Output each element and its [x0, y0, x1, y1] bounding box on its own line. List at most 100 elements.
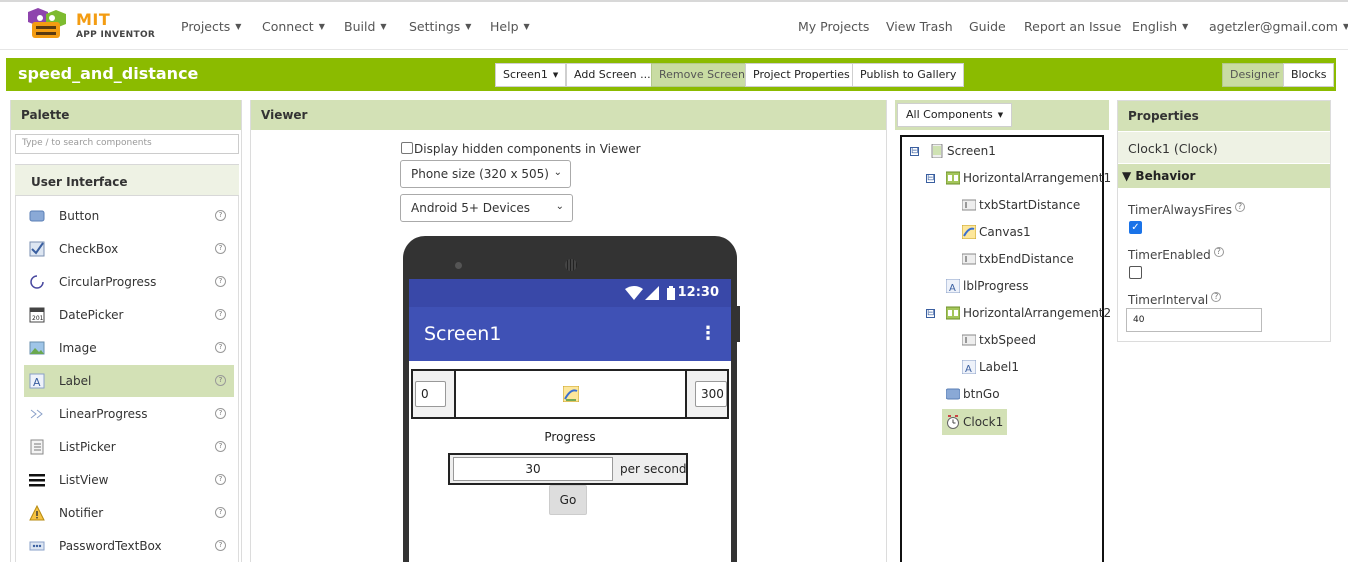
help-icon[interactable]: ?: [215, 540, 226, 551]
nav-projects[interactable]: Projects ▼: [181, 19, 241, 34]
help-icon[interactable]: ?: [215, 375, 226, 386]
horizontal-arrangement-1[interactable]: 0 300: [411, 369, 729, 419]
app-logo[interactable]: MIT APP INVENTOR: [26, 6, 156, 46]
textbox-icon: [962, 334, 976, 345]
designer-button[interactable]: Designer: [1222, 63, 1288, 87]
viewer-body: Display hidden components in Viewer Phon…: [251, 130, 886, 562]
nav-build[interactable]: Build ▼: [344, 19, 387, 34]
svg-text:A: A: [965, 364, 972, 374]
nav-settings-label: Settings: [409, 19, 461, 34]
nav-connect[interactable]: Connect ▼: [262, 19, 325, 34]
checkbox-icon[interactable]: [401, 142, 413, 154]
blocks-button[interactable]: Blocks: [1283, 63, 1335, 87]
help-icon[interactable]: ?: [215, 243, 226, 254]
help-icon[interactable]: ?: [215, 342, 226, 353]
txb-speed[interactable]: 30: [453, 457, 613, 481]
lbl-progress[interactable]: Progress: [409, 430, 731, 444]
palette-item-datepicker[interactable]: 201 DatePicker ?: [24, 299, 234, 331]
nav-my-projects[interactable]: My Projects: [798, 19, 869, 34]
nav-view-trash[interactable]: View Trash: [886, 19, 953, 34]
android-version-select[interactable]: Android 5+ Devices ⌄: [400, 194, 573, 222]
btn-go[interactable]: Go: [549, 485, 587, 515]
nav-settings[interactable]: Settings ▼: [409, 19, 471, 34]
help-icon[interactable]: ?: [215, 309, 226, 320]
tree-node-canvas1[interactable]: Canvas1: [962, 224, 1031, 248]
palette-item-notifier[interactable]: Notifier ?: [24, 497, 234, 529]
tree-node-label1[interactable]: A Label1: [962, 359, 1019, 383]
palette-item-circularprogress[interactable]: CircularProgress ?: [24, 266, 234, 298]
datepicker-icon: 201: [29, 307, 45, 323]
collapse-icon[interactable]: ⊟: [910, 147, 919, 156]
nav-help[interactable]: Help ▼: [490, 19, 530, 34]
horizontal-arrangement-2[interactable]: 30 per second: [448, 453, 688, 485]
txb-start-distance[interactable]: 0: [415, 381, 446, 407]
add-screen-button[interactable]: Add Screen ...: [566, 63, 659, 87]
tree-node-txbenddistance[interactable]: txbEndDistance: [962, 251, 1074, 275]
nav-report-issue[interactable]: Report an Issue: [1024, 19, 1121, 34]
timer-interval-input[interactable]: 40: [1126, 308, 1262, 332]
help-icon[interactable]: ?: [215, 441, 226, 452]
triangle-down-icon: ▼: [1122, 169, 1132, 183]
timer-enabled-checkbox[interactable]: [1129, 266, 1142, 279]
tree-node-horizontalarrangement1[interactable]: HorizontalArrangement1: [946, 170, 1111, 194]
speaker-icon: [565, 259, 577, 271]
phone-size-select[interactable]: Phone size (320 x 505) ⌄: [400, 160, 571, 188]
palette-item-linearprogress[interactable]: LinearProgress ?: [24, 398, 234, 430]
category-user-interface[interactable]: User Interface: [15, 164, 239, 196]
screen-icon: [931, 143, 943, 158]
help-icon[interactable]: ?: [215, 276, 226, 287]
tree-node-btngo[interactable]: btnGo: [946, 386, 1000, 410]
palette-item-label: CircularProgress: [59, 275, 157, 289]
publish-gallery-button[interactable]: Publish to Gallery: [852, 63, 965, 87]
display-hidden-checkbox[interactable]: Display hidden components in Viewer: [401, 142, 641, 156]
phone-screen[interactable]: 12:30 Screen1 ⋮ 0 300 Progress 30 per se…: [409, 279, 731, 562]
help-icon[interactable]: ?: [1235, 202, 1246, 212]
palette-search-input[interactable]: Type / to search components: [15, 134, 239, 154]
nav-account[interactable]: agetzler@gmail.com ▼: [1209, 19, 1348, 34]
palette-item-image[interactable]: Image ?: [24, 332, 234, 364]
tree-node-txbstartdistance[interactable]: txbStartDistance: [962, 197, 1080, 221]
tree-node-horizontalarrangement2[interactable]: HorizontalArrangement2: [946, 305, 1111, 329]
canvas-1[interactable]: [454, 369, 687, 419]
tree-node-screen1[interactable]: Screen1: [930, 143, 996, 167]
collapse-icon[interactable]: ⊟: [926, 174, 935, 183]
screen-select-button[interactable]: Screen1 ▼: [495, 63, 567, 87]
tree-node-txbspeed[interactable]: txbSpeed: [962, 332, 1036, 356]
project-properties-button[interactable]: Project Properties: [745, 63, 858, 87]
palette-item-label[interactable]: A Label ?: [24, 365, 234, 397]
caret-down-icon: ▼: [465, 22, 472, 31]
account-label: agetzler@gmail.com: [1209, 19, 1338, 34]
palette-item-button[interactable]: Button ?: [24, 200, 234, 232]
android-version-value: Android 5+ Devices: [411, 201, 531, 215]
caret-down-icon: ▼: [380, 22, 387, 31]
app-inventor-logo-icon: [28, 8, 66, 38]
help-icon[interactable]: ?: [1213, 247, 1224, 257]
camera-icon: [455, 262, 462, 269]
behavior-section[interactable]: ▼ Behavior: [1118, 164, 1330, 188]
nav-guide[interactable]: Guide: [969, 19, 1006, 34]
help-icon[interactable]: ?: [215, 408, 226, 419]
behavior-label: Behavior: [1135, 169, 1196, 183]
help-icon[interactable]: ?: [1211, 292, 1222, 302]
all-components-dropdown[interactable]: All Components ▼: [897, 103, 1013, 127]
overflow-menu-icon[interactable]: ⋮: [699, 323, 717, 344]
timer-always-fires-checkbox[interactable]: ✓: [1129, 221, 1142, 234]
collapse-icon[interactable]: ⊟: [926, 309, 935, 318]
help-icon[interactable]: ?: [215, 474, 226, 485]
nav-build-label: Build: [344, 19, 376, 34]
tree-node-clock1[interactable]: Clock1: [942, 409, 1008, 435]
palette-item-checkbox[interactable]: CheckBox ?: [24, 233, 234, 265]
checkbox-icon: [29, 241, 45, 257]
remove-screen-button[interactable]: Remove Screen: [651, 63, 753, 87]
help-icon[interactable]: ?: [215, 507, 226, 518]
component-tree: ⊟ Screen1 ⊟ HorizontalArrangement1 txbSt…: [900, 135, 1111, 562]
help-icon[interactable]: ?: [215, 210, 226, 221]
txb-end-distance[interactable]: 300: [695, 381, 727, 407]
palette-item-passwordtextbox[interactable]: PasswordTextBox ?: [24, 530, 234, 562]
tree-node-lblprogress[interactable]: AlblProgress: [946, 278, 1029, 302]
palette-item-listpicker[interactable]: ListPicker ?: [24, 431, 234, 463]
screen-select-label: Screen1: [503, 68, 548, 81]
label-1[interactable]: per second: [620, 462, 687, 476]
nav-language[interactable]: English ▼: [1132, 19, 1188, 34]
palette-item-listview[interactable]: ListView ?: [24, 464, 234, 496]
